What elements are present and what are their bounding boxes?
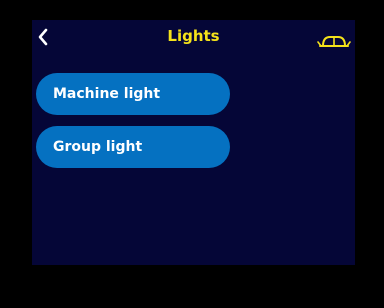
page-title: Lights <box>167 27 220 45</box>
lights-screen: Lights Machine light Group light <box>32 20 355 265</box>
device-frame: Lights Machine light Group light <box>0 0 384 308</box>
machine-light-button[interactable]: Machine light <box>36 73 230 115</box>
group-light-button[interactable]: Group light <box>36 126 230 168</box>
machine-outline-icon[interactable] <box>317 33 351 49</box>
